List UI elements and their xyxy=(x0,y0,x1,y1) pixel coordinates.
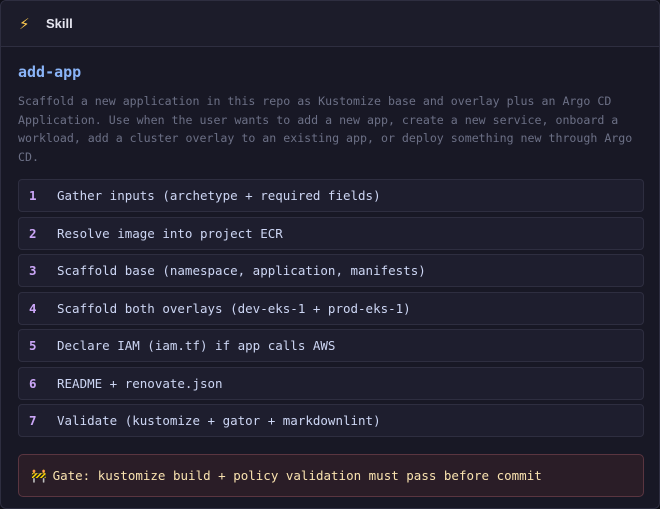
card-header: ⚡ Skill xyxy=(1,1,659,47)
skill-card: ⚡ Skill add-app Scaffold a new applicati… xyxy=(0,0,660,509)
step-label: Scaffold base (namespace, application, m… xyxy=(57,263,426,278)
step-item: 4 Scaffold both overlays (dev-eks-1 + pr… xyxy=(18,291,644,325)
steps-list: 1 Gather inputs (archetype + required fi… xyxy=(18,179,644,442)
step-number: 5 xyxy=(29,338,37,353)
step-item: 1 Gather inputs (archetype + required fi… xyxy=(18,179,644,212)
step-number: 6 xyxy=(29,375,37,391)
step-label: Scaffold both overlays (dev-eks-1 + prod… xyxy=(57,300,411,316)
step-item: 6 README + renovate.json xyxy=(18,366,644,400)
gate-banner: 🚧 Gate: kustomize build + policy validat… xyxy=(18,454,644,497)
card-header-title: Skill xyxy=(46,16,73,31)
step-label: Validate (kustomize + gator + markdownli… xyxy=(57,413,381,428)
step-number: 4 xyxy=(29,300,37,316)
step-label: Gather inputs (archetype + required fiel… xyxy=(57,188,381,203)
lightning-bolt-icon: ⚡ xyxy=(19,14,30,33)
step-item: 3 Scaffold base (namespace, application,… xyxy=(18,254,644,287)
step-label: README + renovate.json xyxy=(57,375,223,391)
construction-barrier-icon: 🚧 xyxy=(31,467,47,483)
step-number: 1 xyxy=(29,188,37,203)
step-item: 5 Declare IAM (iam.tf) if app calls AWS xyxy=(18,329,644,362)
step-number: 2 xyxy=(29,225,37,241)
gate-text: Gate: kustomize build + policy validatio… xyxy=(52,468,542,483)
step-item: 2 Resolve image into project ECR xyxy=(18,216,644,250)
step-label: Resolve image into project ECR xyxy=(57,225,283,241)
step-item: 7 Validate (kustomize + gator + markdown… xyxy=(18,404,644,437)
step-number: 3 xyxy=(29,263,37,278)
step-number: 7 xyxy=(29,413,37,428)
step-label: Declare IAM (iam.tf) if app calls AWS xyxy=(57,338,336,353)
skill-description: Scaffold a new application in this repo … xyxy=(18,94,633,164)
skill-name: add-app xyxy=(18,63,82,81)
